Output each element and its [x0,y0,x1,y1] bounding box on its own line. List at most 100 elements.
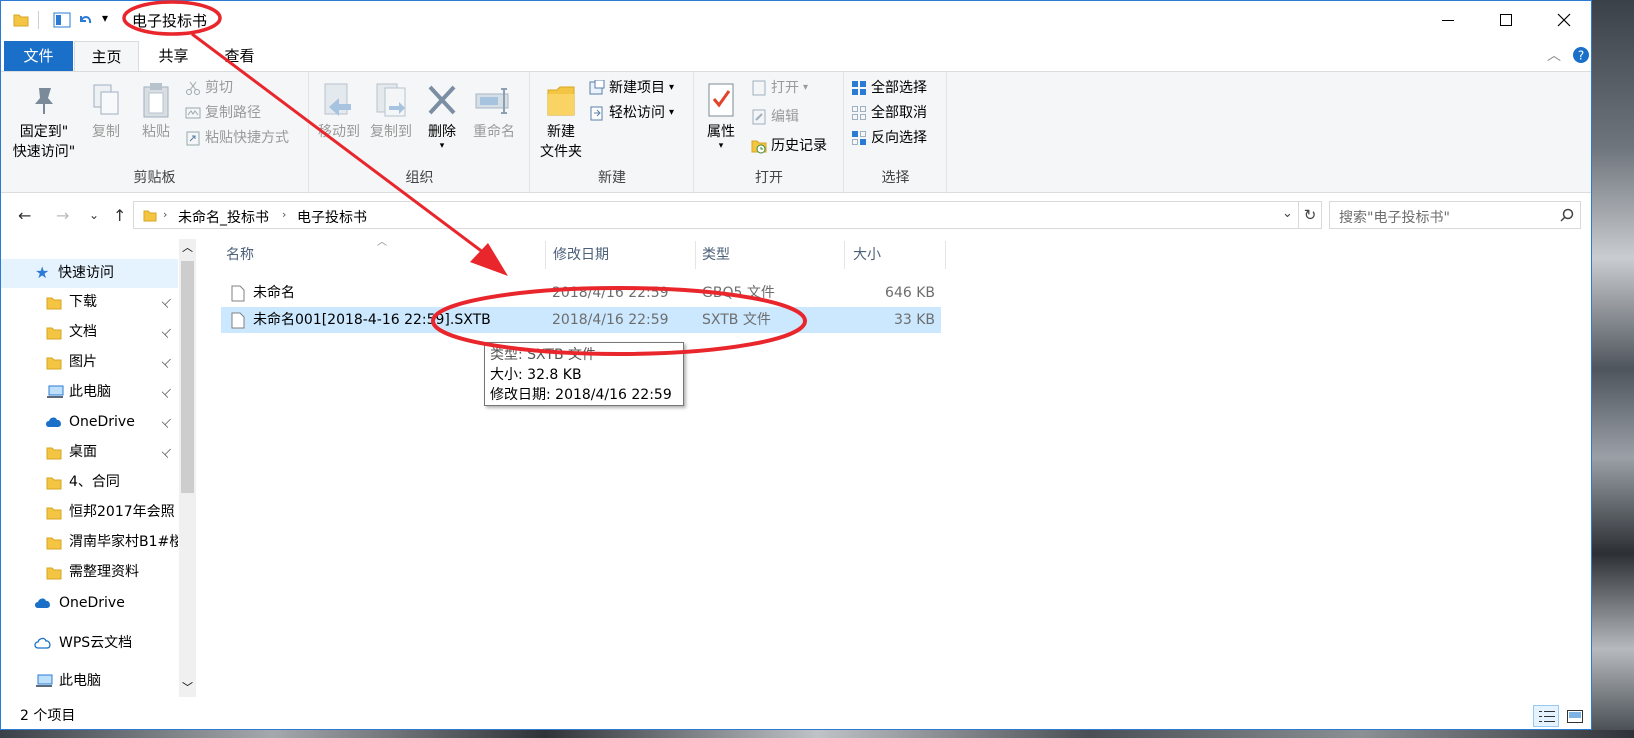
breadcrumb-item[interactable]: 未命名_投标书 [178,207,269,227]
pin-icon[interactable]: ⊥ [153,319,178,347]
up-arrow-icon[interactable]: ↑ [113,206,126,225]
nav-wps-cloud[interactable]: WPS云文档 [1,629,178,658]
nav-item-label: OneDrive [69,414,135,430]
nav-quick-access-item[interactable]: 4、合同 [1,468,178,497]
pin-icon[interactable]: ⊥ [153,439,178,467]
new-item-button[interactable]: 新建项目 ▾ [589,76,674,100]
column-type[interactable]: 类型 [702,241,730,269]
help-icon[interactable]: ? [1572,46,1590,64]
edit-icon [752,109,766,125]
nav-quick-access[interactable]: ★ 快速访问 [1,259,178,288]
delete-button[interactable]: 删除 ▾ [422,78,462,151]
invert-selection-button[interactable]: 反向选择 [851,126,927,150]
recent-locations-chevron-icon[interactable]: ⌄ [89,208,99,222]
customize-toolbar-dropdown-icon[interactable]: ▾ [102,11,108,25]
copy-button[interactable]: 复制 [83,78,129,142]
nav-item-label: 渭南毕家村B1#楼 [69,534,178,550]
new-folder-button[interactable]: 新建 文件夹 [535,78,587,162]
edit-button[interactable]: 编辑 [751,105,799,129]
easy-access-button[interactable]: 轻松访问 ▾ [589,101,674,125]
tab-view[interactable]: 查看 [207,41,272,71]
tab-file[interactable]: 文件 [4,41,73,71]
back-arrow-icon[interactable]: ← [18,206,31,225]
details-view-button[interactable] [1533,705,1559,727]
nav-quick-access-item[interactable]: 图片 ⊥ [1,348,178,377]
nav-item-label: 文档 [69,324,97,340]
refresh-button[interactable]: ↻ [1298,201,1322,229]
scrollbar-thumb[interactable] [181,261,194,493]
status-bar: 2 个项目 [1,703,1591,729]
nav-item-label: 下载 [69,294,97,310]
breadcrumb-chevron-icon[interactable]: › [163,208,167,221]
column-name[interactable]: 名称 [226,241,254,269]
nav-quick-access-item[interactable]: 渭南毕家村B1#楼 [1,528,178,557]
column-date-modified[interactable]: 修改日期 [553,241,609,269]
scroll-down-icon[interactable]: ﹀ [182,679,193,695]
large-icons-view-button[interactable] [1561,705,1587,727]
select-all-button[interactable]: 全部选择 [851,76,927,100]
paste-button[interactable]: 粘贴 [133,78,179,142]
collapse-ribbon-icon[interactable]: ︿ [1547,45,1561,65]
svg-text:?: ? [1578,49,1584,63]
pin-to-quick-access-button[interactable]: 固定到" 快速访问" [9,78,79,162]
cloud-outline-icon [34,637,51,649]
file-row-selected[interactable]: 未命名001[2018-4-16 22:59].SXTB 2018/4/16 2… [221,307,941,333]
search-box[interactable]: 搜索"电子投标书" [1329,201,1581,229]
organize-group: 移动到 复制到 删除 ▾ 重命名 组织 [310,72,530,193]
nav-quick-access-item[interactable]: 恒邦2017年会照 [1,498,178,527]
scroll-up-icon[interactable]: ︿ [182,239,193,255]
pin-icon[interactable]: ⊥ [153,289,178,317]
paste-shortcut-icon [186,131,200,146]
column-separator[interactable] [545,241,546,269]
folder-folder-icon [46,567,62,580]
column-separator[interactable] [695,241,696,269]
breadcrumb-chevron-icon[interactable]: › [282,208,286,221]
forward-arrow-icon[interactable]: → [56,206,69,225]
navigation-scrollbar[interactable]: ︿ ﹀ [179,239,196,697]
properties-button[interactable]: 属性 ▾ [699,78,743,151]
nav-quick-access-item[interactable]: 下载 ⊥ [1,288,178,317]
nav-quick-access-item[interactable]: 桌面 ⊥ [1,438,178,467]
nav-quick-access-item[interactable]: 需整理资料 [1,558,178,587]
column-separator[interactable] [844,241,845,269]
nav-quick-access-item[interactable]: 此电脑 ⊥ [1,378,178,407]
select-none-button[interactable]: 全部取消 [851,101,927,125]
tab-share[interactable]: 共享 [141,41,206,71]
maximize-button[interactable] [1477,1,1535,39]
open-button[interactable]: 打开 ▾ [751,76,808,100]
download-folder-icon [46,297,62,310]
column-separator[interactable] [945,241,946,269]
undo-icon[interactable] [77,12,93,28]
address-history-dropdown-icon[interactable]: ⌄ [1282,206,1293,221]
folder-folder-icon [46,507,62,520]
file-size: 646 KB [885,285,935,301]
pin-icon[interactable]: ⊥ [153,409,178,437]
copy-path-button[interactable]: 复制路径 [185,101,261,125]
history-button[interactable]: 历史记录 [751,134,827,158]
move-to-button[interactable]: 移动到 [314,78,364,142]
breadcrumb-item[interactable]: 电子投标书 [297,207,367,227]
pin-icon[interactable]: ⊥ [153,379,178,407]
minimize-button[interactable] [1419,1,1477,39]
nav-this-pc[interactable]: 此电脑 [1,667,178,696]
column-size[interactable]: 大小 [853,241,881,269]
nav-quick-access-item[interactable]: 文档 ⊥ [1,318,178,347]
nav-onedrive[interactable]: OneDrive [1,589,178,618]
computer-icon [47,385,64,398]
file-icon [231,285,245,302]
nav-quick-access-item[interactable]: OneDrive ⊥ [1,408,178,437]
nav-item-label: 恒邦2017年会照 [69,504,175,520]
pin-icon[interactable]: ⊥ [153,349,178,377]
address-bar[interactable]: › 未命名_投标书 › 电子投标书 ⌄ [133,201,1299,229]
properties-quick-icon[interactable] [53,12,71,28]
file-row[interactable]: 未命名 2018/4/16 22:59 GBQ5 文件 646 KB [221,280,941,306]
close-button[interactable] [1535,1,1591,39]
desktop-wallpaper-bottom [0,730,1634,738]
cut-button[interactable]: 剪切 [185,76,233,100]
copy-to-button[interactable]: 复制到 [366,78,416,142]
tab-home[interactable]: 主页 [74,41,139,72]
rename-button[interactable]: 重命名 [466,78,522,142]
paste-shortcut-button[interactable]: 粘贴快捷方式 [185,126,289,150]
select-group-label: 选择 [881,170,910,186]
history-icon [751,140,767,154]
